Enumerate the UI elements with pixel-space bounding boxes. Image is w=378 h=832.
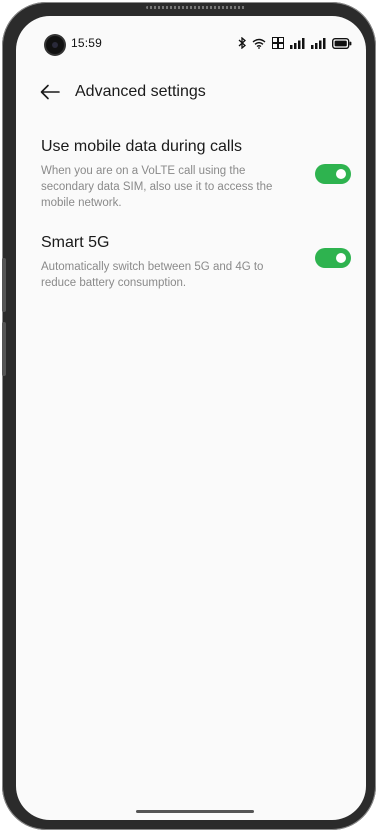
setting-title: Use mobile data during calls xyxy=(41,138,242,155)
battery-icon xyxy=(332,37,352,49)
phone-frame: 15:59 Advanced settings Use mobile data … xyxy=(2,2,376,830)
page-title: Advanced settings xyxy=(75,83,206,100)
toggle-knob xyxy=(336,169,346,179)
app-bar: Advanced settings xyxy=(16,78,366,110)
volume-down-button xyxy=(2,322,6,376)
volte-hd-icon xyxy=(272,37,284,49)
home-indicator[interactable] xyxy=(136,810,254,813)
bluetooth-icon xyxy=(238,37,246,49)
setting-description: Automatically switch between 5G and 4G t… xyxy=(41,261,264,289)
status-bar: 15:59 xyxy=(16,16,366,64)
smart-5g-toggle[interactable] xyxy=(315,248,351,268)
signal-icon-sim2 xyxy=(311,37,326,49)
status-time: 15:59 xyxy=(71,36,103,50)
signal-icon-sim1 xyxy=(290,37,305,49)
volume-up-button xyxy=(2,258,6,312)
setting-title: Smart 5G xyxy=(41,234,110,251)
wifi-icon xyxy=(252,38,266,49)
screen: 15:59 Advanced settings Use mobile data … xyxy=(16,16,366,820)
earpiece-speaker xyxy=(146,6,246,9)
setting-description: When you are on a VoLTE call using the s… xyxy=(41,165,273,209)
arrow-left-icon xyxy=(40,84,60,105)
mobile-data-during-calls-toggle[interactable] xyxy=(315,164,351,184)
front-camera xyxy=(46,36,64,54)
back-button[interactable] xyxy=(36,80,64,108)
toggle-knob xyxy=(336,253,346,263)
status-icons xyxy=(238,36,352,50)
